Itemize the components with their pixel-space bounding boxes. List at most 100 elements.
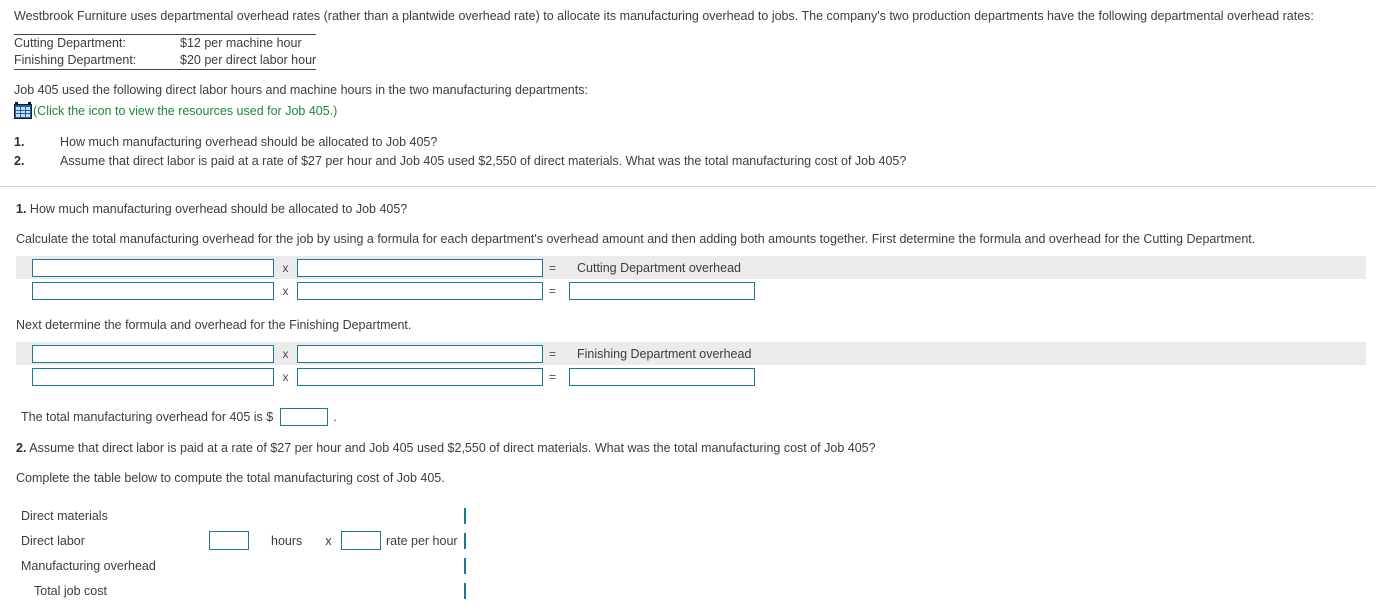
question-2-heading: 2. Assume that direct labor is paid at a… bbox=[16, 441, 1366, 455]
cutting-value-input-1[interactable] bbox=[32, 281, 274, 300]
question-1-text: How much manufacturing overhead should b… bbox=[29, 202, 408, 216]
total-overhead-input[interactable] bbox=[280, 408, 329, 426]
finishing-instruction: Next determine the formula and overhead … bbox=[16, 318, 412, 332]
cost-row-rate-label: rate per hour bbox=[386, 533, 458, 548]
equals-operator: = bbox=[549, 369, 557, 384]
cost-row-hours-cell bbox=[209, 503, 271, 528]
cost-row-hours-label bbox=[271, 503, 316, 528]
cost-row-rate-cell bbox=[341, 578, 386, 603]
cutting-value-input-2[interactable] bbox=[297, 281, 543, 300]
list-item: 2. Assume that direct labor is paid at a… bbox=[14, 152, 1366, 171]
cost-row-hours-cell bbox=[209, 553, 271, 578]
cost-row-rate-label bbox=[386, 553, 464, 578]
rate-department: Cutting Department: bbox=[14, 36, 126, 50]
cost-row-hours-cell bbox=[209, 578, 271, 603]
finishing-formula-value-row: x = bbox=[16, 365, 1366, 388]
cutting-formula-header-row: x = Cutting Department overhead bbox=[16, 256, 1366, 279]
cost-row-label: Direct labor bbox=[21, 533, 85, 548]
question-2-instruction: Complete the table below to compute the … bbox=[16, 471, 445, 485]
cost-row-label: Direct materials bbox=[21, 508, 108, 523]
cost-row-operator bbox=[316, 503, 341, 528]
total-overhead-suffix: . bbox=[333, 410, 337, 424]
cost-row-hours-label: hours bbox=[271, 533, 303, 548]
cutting-formula-input-2[interactable] bbox=[297, 258, 543, 277]
section-divider bbox=[0, 186, 1376, 187]
direct-labor-amount-input[interactable] bbox=[464, 532, 466, 549]
question-1-number: 1. bbox=[16, 202, 27, 216]
total-overhead-line: The total manufacturing overhead for 405… bbox=[16, 408, 1366, 426]
finishing-value-input-2[interactable] bbox=[297, 367, 543, 386]
cost-row-hours-cell bbox=[209, 528, 271, 553]
finishing-formula-block: x = Finishing Department overhead x = bbox=[16, 342, 1366, 388]
cutting-formula-value-row: x = bbox=[16, 279, 1366, 302]
total-job-cost-amount-input[interactable] bbox=[464, 582, 466, 599]
multiply-operator: x bbox=[282, 369, 289, 384]
cost-row-operator: x bbox=[325, 533, 332, 548]
table-row: Direct materials bbox=[16, 503, 544, 528]
requirement-number: 2. bbox=[14, 154, 25, 168]
equals-operator: = bbox=[549, 260, 557, 275]
cost-row-amount-cell bbox=[464, 528, 544, 553]
cutting-formula-input-1[interactable] bbox=[32, 258, 274, 277]
table-row: Direct labor hours x rate per hour bbox=[16, 528, 544, 553]
problem-statement: Westbrook Furniture uses departmental ov… bbox=[0, 0, 1376, 171]
cutting-overhead-result-input[interactable] bbox=[569, 281, 755, 300]
equals-operator: = bbox=[549, 283, 557, 298]
finishing-formula-input-2[interactable] bbox=[297, 344, 543, 363]
table-row: Total job cost bbox=[16, 578, 544, 603]
finishing-overhead-result-input[interactable] bbox=[569, 367, 755, 386]
requirement-text: Assume that direct labor is paid at a ra… bbox=[60, 154, 907, 168]
cost-row-amount-cell bbox=[464, 578, 544, 603]
multiply-operator: x bbox=[282, 346, 289, 361]
direct-labor-rate-input[interactable] bbox=[341, 531, 381, 550]
list-item: 1. How much manufacturing overhead shoul… bbox=[14, 133, 1366, 152]
question-1-instruction: Calculate the total manufacturing overhe… bbox=[16, 232, 1256, 246]
cost-row-amount-cell bbox=[464, 503, 544, 528]
resource-link-row[interactable]: (Click the icon to view the resources us… bbox=[14, 102, 1366, 119]
equals-operator: = bbox=[549, 346, 557, 361]
intro-paragraph: Westbrook Furniture uses departmental ov… bbox=[14, 9, 1314, 23]
cost-row-label: Manufacturing overhead bbox=[21, 558, 156, 573]
cost-row-rate-label bbox=[386, 503, 464, 528]
rate-value: $20 per direct labor hour bbox=[180, 53, 317, 67]
overhead-rates-table: Cutting Department: $12 per machine hour… bbox=[14, 34, 317, 70]
table-row: Finishing Department: $20 per direct lab… bbox=[14, 52, 316, 70]
cost-row-operator bbox=[316, 578, 341, 603]
cutting-overhead-label: Cutting Department overhead bbox=[577, 260, 741, 275]
requirement-number: 1. bbox=[14, 135, 25, 149]
cost-row-operator bbox=[316, 553, 341, 578]
question-2-text: Assume that direct labor is paid at a ra… bbox=[29, 441, 876, 455]
finishing-formula-input-1[interactable] bbox=[32, 344, 274, 363]
multiply-operator: x bbox=[282, 283, 289, 298]
cost-row-hours-label bbox=[271, 553, 316, 578]
requirements-list: 1. How much manufacturing overhead shoul… bbox=[14, 133, 1366, 171]
multiply-operator: x bbox=[282, 260, 289, 275]
cost-row-rate-label bbox=[386, 578, 464, 603]
table-row: Manufacturing overhead bbox=[16, 553, 544, 578]
finishing-value-input-1[interactable] bbox=[32, 367, 274, 386]
table-row: Cutting Department: $12 per machine hour bbox=[14, 35, 316, 53]
cost-row-rate-cell bbox=[341, 553, 386, 578]
total-overhead-prefix: The total manufacturing overhead for 405… bbox=[21, 410, 274, 424]
rate-department: Finishing Department: bbox=[14, 53, 137, 67]
direct-labor-hours-input[interactable] bbox=[209, 531, 249, 550]
job-cost-table: Direct materials Direct labor hours x ra… bbox=[16, 503, 544, 603]
question-2-number: 2. bbox=[16, 441, 27, 455]
cost-row-rate-cell bbox=[341, 528, 386, 553]
direct-materials-amount-input[interactable] bbox=[464, 507, 466, 524]
requirement-text: How much manufacturing overhead should b… bbox=[60, 135, 438, 149]
resource-link-caption[interactable]: (Click the icon to view the resources us… bbox=[33, 104, 337, 118]
job-description-line: Job 405 used the following direct labor … bbox=[14, 83, 588, 97]
finishing-formula-header-row: x = Finishing Department overhead bbox=[16, 342, 1366, 365]
question-1-heading: 1. How much manufacturing overhead shoul… bbox=[16, 202, 1366, 216]
cutting-formula-block: x = Cutting Department overhead x = bbox=[16, 256, 1366, 302]
spreadsheet-icon[interactable] bbox=[14, 102, 32, 119]
manufacturing-overhead-amount-input[interactable] bbox=[464, 557, 466, 574]
answer-area: 1. How much manufacturing overhead shoul… bbox=[0, 202, 1376, 603]
rate-value: $12 per machine hour bbox=[180, 36, 302, 50]
cost-row-hours-label bbox=[271, 578, 316, 603]
cost-row-label: Total job cost bbox=[34, 583, 107, 598]
finishing-overhead-label: Finishing Department overhead bbox=[577, 346, 752, 361]
cost-row-rate-cell bbox=[341, 503, 386, 528]
cost-row-amount-cell bbox=[464, 553, 544, 578]
